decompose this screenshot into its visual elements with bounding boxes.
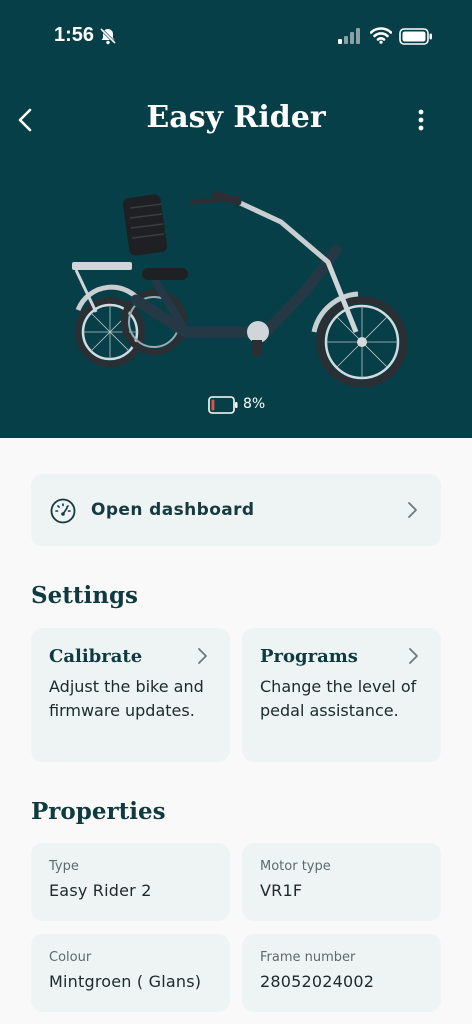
wifi-icon	[370, 27, 392, 44]
calibrate-description: Adjust the bike and firmware updates.	[49, 677, 204, 720]
bike-header: 1:56 Easy Rider 8%	[0, 0, 472, 438]
bike-image	[72, 190, 408, 388]
property-label: Type	[49, 859, 79, 874]
programs-title: Programs	[260, 646, 358, 667]
page-title: Easy Rider	[146, 100, 326, 135]
signal-icon	[338, 28, 360, 44]
chevron-right-icon	[408, 502, 417, 518]
open-dashboard-label: Open dashboard	[91, 500, 255, 520]
property-value: VR1F	[260, 881, 303, 900]
chevron-right-icon	[198, 648, 207, 664]
status-time: 1:56	[54, 24, 95, 46]
bike-battery-icon	[208, 396, 238, 414]
battery-icon	[399, 28, 432, 45]
property-label: Frame number	[260, 950, 356, 965]
property-value: Mintgroen ( Glans)	[49, 972, 202, 991]
programs-description: Change the level of pedal assistance.	[260, 677, 417, 720]
programs-card[interactable]: Programs Change the level of pedal assis…	[242, 628, 441, 762]
open-dashboard-button[interactable]: Open dashboard	[31, 474, 441, 546]
calibrate-title: Calibrate	[49, 646, 143, 667]
property-label: Colour	[49, 950, 92, 965]
property-value: 28052024002	[260, 972, 375, 991]
properties-title: Properties	[31, 798, 166, 825]
property-frame-number: Frame number 28052024002	[242, 934, 441, 1012]
property-type: Type Easy Rider 2	[31, 843, 230, 921]
bell-off-icon	[99, 27, 117, 45]
settings-title: Settings	[31, 582, 138, 609]
bike-battery-level: 8%	[243, 396, 266, 412]
property-label: Motor type	[260, 859, 331, 874]
chevron-right-icon	[409, 648, 418, 664]
calibrate-card[interactable]: Calibrate Adjust the bike and firmware u…	[31, 628, 230, 762]
more-vertical-icon[interactable]	[410, 106, 432, 134]
speedometer-icon	[50, 498, 76, 524]
property-motor-type: Motor type VR1F	[242, 843, 441, 921]
property-colour: Colour Mintgroen ( Glans)	[31, 934, 230, 1012]
property-value: Easy Rider 2	[49, 881, 152, 900]
